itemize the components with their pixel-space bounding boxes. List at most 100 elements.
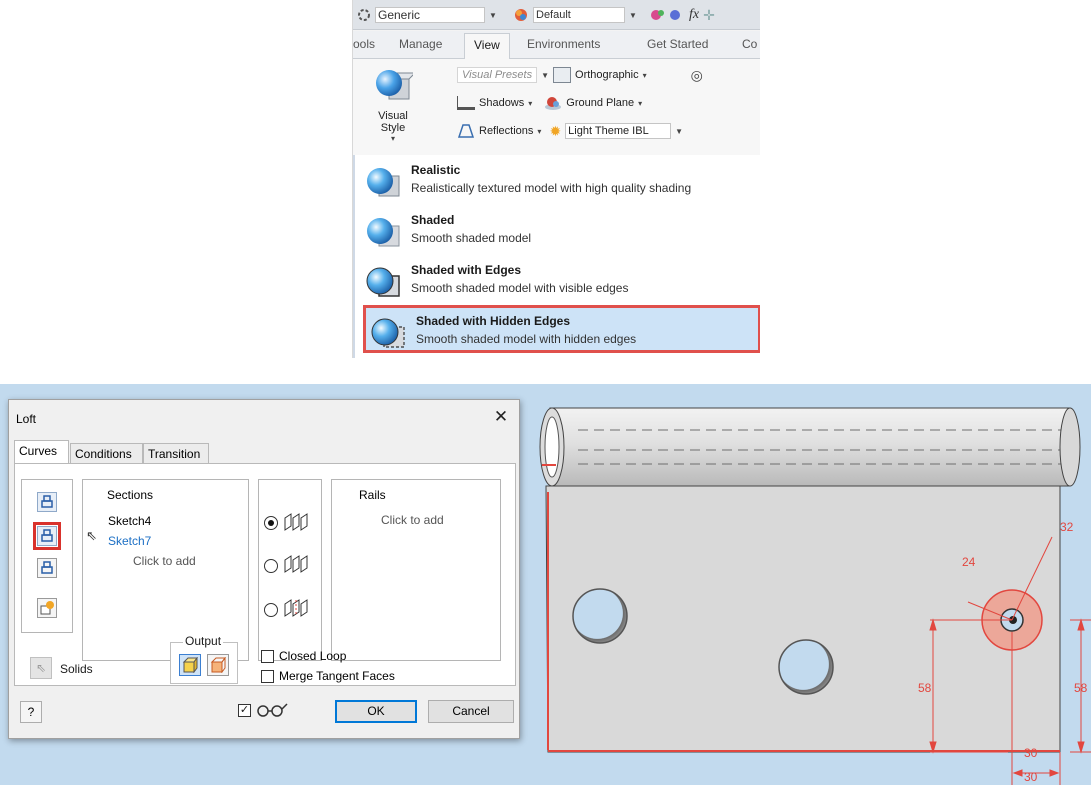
rails-click-to-add[interactable]: Click to add — [381, 513, 444, 527]
merge-tangent-checkbox[interactable] — [261, 670, 274, 683]
visual-style-menu: Realistic Realistically textured model w… — [353, 155, 760, 358]
cad-viewport[interactable]: 32 24 58 58 30 30 — [538, 392, 1091, 785]
tab-transition[interactable]: Transition — [143, 443, 209, 463]
area-loft-type-radio[interactable] — [264, 603, 278, 617]
closed-loop-label: Closed Loop — [279, 649, 347, 663]
section-icon — [41, 529, 53, 542]
chevron-down-icon: ▼ — [629, 10, 637, 20]
dimension-58-right: 58 — [1074, 681, 1088, 695]
center-line-type-radio[interactable] — [264, 559, 278, 573]
tab-conditions[interactable]: Conditions — [70, 443, 143, 463]
help-button[interactable]: ? — [20, 701, 42, 723]
merge-tangent-label: Merge Tangent Faces — [279, 669, 395, 683]
quick-access-toolbar: Generic ▼ Default ▼ fx ✛ — [353, 0, 760, 30]
dimension-30-upper: 30 — [1024, 746, 1038, 760]
preview-glasses-icon — [257, 703, 288, 717]
adjust-icons[interactable]: fx ✛ — [649, 6, 715, 24]
reflections-button[interactable]: Reflections — [479, 125, 533, 137]
sections-list[interactable]: Sections Sketch4 ⇖ Sketch7 Click to add — [82, 479, 249, 661]
visual-style-icon — [376, 70, 417, 100]
dimension-32: 32 — [1060, 520, 1074, 534]
close-icon[interactable]: ✕ — [490, 406, 512, 428]
select-arrow-icon: ⇖ — [35, 661, 47, 675]
preview-checkbox[interactable]: ✓ — [238, 704, 251, 717]
plus-icon: ✛ — [703, 6, 715, 23]
loft-centerline-icon — [40, 601, 54, 615]
output-solid-button[interactable] — [179, 654, 201, 676]
rails-type-radio[interactable] — [264, 516, 278, 530]
chevron-down-icon: ▾ — [638, 98, 643, 108]
solid-cube-icon — [182, 657, 198, 673]
output-surface-button[interactable] — [207, 654, 229, 676]
ground-plane-button[interactable]: Ground Plane — [566, 97, 634, 109]
tab-view[interactable]: View — [464, 33, 510, 60]
visual-style-shaded-edges[interactable]: Shaded with Edges Smooth shaded model wi… — [361, 257, 759, 307]
screenshot-canvas: Generic ▼ Default ▼ fx ✛ ools Manage Vie… — [0, 0, 1091, 785]
loft-dialog: Loft ✕ Curves Conditions Transition Sect… — [8, 399, 520, 739]
chevron-down-icon: ▼ — [541, 70, 550, 80]
mounting-hole-1 — [572, 588, 628, 644]
visual-style-realistic[interactable]: Realistic Realistically textured model w… — [361, 157, 759, 207]
chevron-down-icon: ▾ — [528, 98, 533, 108]
chevron-down-icon: ▾ — [537, 126, 542, 136]
tab-environments[interactable]: Environments — [527, 37, 600, 51]
solids-select-button[interactable]: ⇖ — [30, 657, 52, 679]
ribbon-row-3: Reflections ▾ ✹ Light Theme IBL ▼ — [457, 121, 683, 141]
output-group — [170, 642, 238, 684]
sections-click-to-add[interactable]: Click to add — [133, 554, 196, 568]
visual-style-shaded[interactable]: Shaded Smooth shaded model — [361, 207, 759, 257]
chevron-down-icon: ▾ — [390, 134, 395, 143]
visual-presets-dropdown[interactable]: Visual Presets — [457, 67, 538, 83]
solids-label: Solids — [60, 662, 93, 676]
visual-style-button[interactable]: Visual Style ▾ — [365, 67, 421, 149]
closed-loop-checkbox[interactable] — [261, 650, 274, 663]
reflections-icon — [457, 124, 475, 138]
section-tools-group — [21, 479, 73, 633]
ribbon-crop: Generic ▼ Default ▼ fx ✛ ools Manage Vie… — [352, 0, 760, 358]
tab-manage[interactable]: Manage — [399, 37, 442, 51]
cancel-button[interactable]: Cancel — [428, 700, 514, 723]
view-cube-icon[interactable]: ◎ — [691, 67, 703, 84]
tab-tools[interactable]: ools — [353, 37, 375, 51]
section-select-button[interactable] — [33, 522, 61, 550]
ground-plane-icon — [545, 97, 562, 110]
chevron-down-icon: ▼ — [675, 126, 684, 136]
dimension-30-lower: 30 — [1024, 770, 1038, 784]
curves-tab-body: Sections Sketch4 ⇖ Sketch7 Click to add … — [14, 463, 516, 686]
tab-get-started[interactable]: Get Started — [647, 37, 708, 51]
visual-style-label: Visual Style — [378, 110, 408, 134]
visual-style-shaded-hidden-edges[interactable]: Shaded with Hidden Edges Smooth shaded m… — [363, 305, 760, 353]
shadows-button[interactable]: Shadows — [479, 97, 524, 109]
loft-rails-icon — [284, 513, 308, 531]
ribbon-row-2: Shadows ▾ Ground Plane ▾ — [457, 93, 642, 113]
loft-profile-button[interactable] — [37, 492, 57, 512]
material-dropdown[interactable]: Generic ▼ — [357, 6, 497, 24]
rail-select-button[interactable] — [37, 558, 57, 578]
cursor-arrow-icon: ⇖ — [86, 528, 97, 543]
chevron-down-icon: ▼ — [489, 10, 497, 20]
loft-type-group — [258, 479, 322, 661]
center-line-button[interactable] — [37, 598, 57, 618]
tab-collaborate[interactable]: Co — [742, 37, 757, 51]
section-sketch4[interactable]: Sketch4 — [108, 514, 151, 528]
shaded-hidden-edges-title: Shaded with Hidden Edges — [416, 314, 571, 328]
light-theme-dropdown[interactable]: Light Theme IBL — [565, 123, 672, 139]
sections-header: Sections — [107, 488, 154, 502]
loft-centerline-type-icon — [284, 555, 308, 573]
rails-header: Rails — [359, 488, 386, 502]
shaded-edges-style-icon — [366, 267, 400, 297]
section-sketch7[interactable]: Sketch7 — [108, 534, 151, 548]
realistic-desc: Realistically textured model with high q… — [411, 181, 692, 195]
appearance-value: Default — [536, 9, 571, 21]
orthographic-button[interactable]: Orthographic — [575, 69, 639, 81]
shadows-icon — [457, 96, 475, 110]
rails-list[interactable]: Rails Click to add — [331, 479, 501, 661]
dialog-title: Loft — [16, 412, 37, 426]
tab-curves[interactable]: Curves — [14, 440, 69, 464]
light-theme-icon: ✹ — [549, 122, 562, 139]
fx-parameters-button[interactable]: fx — [689, 7, 699, 23]
ok-button[interactable]: OK — [335, 700, 417, 723]
material-value: Generic — [378, 8, 421, 22]
realistic-style-icon — [367, 168, 400, 197]
appearance-dropdown[interactable]: Default ▼ — [513, 6, 637, 24]
